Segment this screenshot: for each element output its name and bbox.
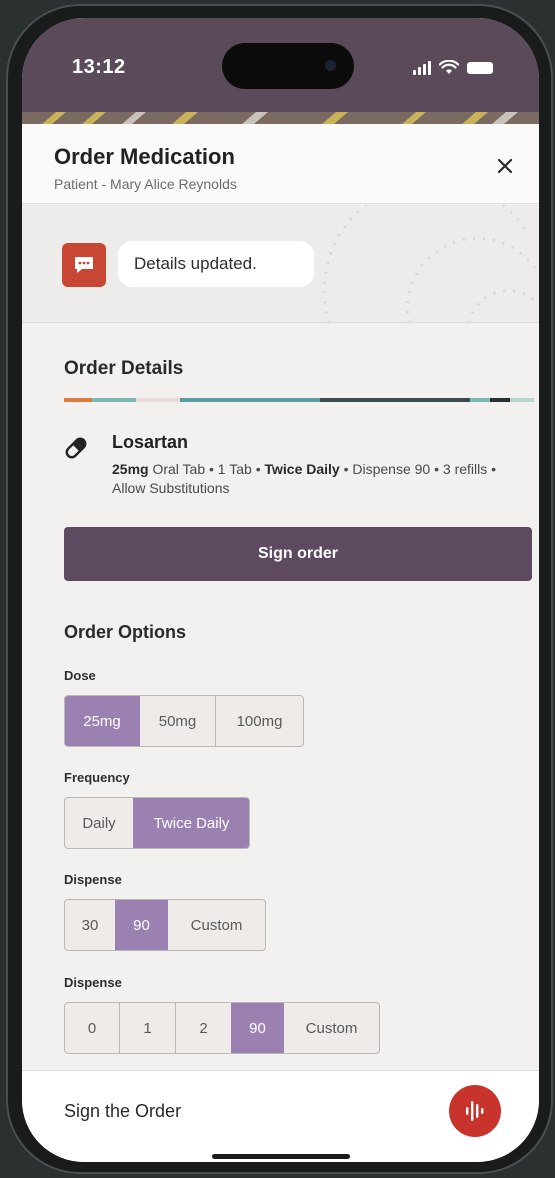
bottom-bar: Sign the Order [22,1070,539,1162]
wifi-icon [439,60,459,74]
refill-option-1[interactable]: 1 [119,1003,175,1053]
voice-prompt-text: Sign the Order [64,1101,182,1121]
order-details-heading: Order Details [64,358,184,379]
phone-frame: 13:12 Order Medication Patient - Mary Al… [6,4,553,1174]
dose-option-50mg[interactable]: 50mg [139,696,215,746]
frequency-selector: Daily Twice Daily [64,797,250,849]
page-header: Order Medication Patient - Mary Alice Re… [22,124,539,204]
toast-message: Details updated. [134,254,257,273]
sign-order-button[interactable]: Sign order [64,527,532,581]
home-indicator[interactable] [212,1154,350,1159]
dynamic-island [222,43,354,89]
battery-icon [467,62,493,74]
dose-value: 25mg [112,461,149,477]
dose-option-100mg[interactable]: 100mg [215,696,303,746]
dose-label: Dose [64,668,96,683]
notification-area: Details updated. [22,205,539,323]
voice-assistant-button[interactable] [449,1085,501,1137]
medication-details: 25mg Oral Tab • 1 Tab • Twice Daily • Di… [112,460,532,498]
header-pattern [22,112,539,124]
dispense-selector: 30 90 Custom [64,899,266,951]
refill-option-90[interactable]: 90 [231,1003,283,1053]
medication-name: Losartan [112,432,189,452]
refill-option-custom[interactable]: Custom [283,1003,379,1053]
pill-icon [65,437,87,459]
dose-option-25mg[interactable]: 25mg [65,696,139,746]
refills-selector: 0 1 2 90 Custom [64,1002,380,1054]
dispense-option-custom[interactable]: Custom [167,900,265,950]
app-screen: 13:12 Order Medication Patient - Mary Al… [22,18,539,1162]
voice-waveform-icon [466,1101,484,1121]
cellular-signal-icon [413,61,431,75]
page-title: Order Medication [54,144,235,169]
camera-icon [325,60,336,71]
system-icons [413,59,493,75]
medication-details-part1: Oral Tab • 1 Tab • [148,461,265,477]
dispense-option-30[interactable]: 30 [65,900,115,950]
frequency-option-daily[interactable]: Daily [65,798,133,848]
frequency-value: Twice Daily [264,461,340,477]
refill-option-2[interactable]: 2 [175,1003,231,1053]
frequency-option-twice-daily[interactable]: Twice Daily [133,798,249,848]
chat-bubble-icon [62,243,106,287]
order-content: Order Details Losartan 25mg Oral Tab • 1… [22,324,539,1084]
order-options-heading: Order Options [64,622,187,642]
dose-selector: 25mg 50mg 100mg [64,695,304,747]
status-time: 13:12 [72,56,126,78]
patient-name: Patient - Mary Alice Reynolds [54,176,237,192]
refills-dispense-label: Dispense [64,975,122,990]
section-divider [64,398,534,402]
dispense-option-90[interactable]: 90 [115,900,167,950]
status-bar: 13:12 [22,18,539,112]
frequency-label: Frequency [64,770,130,785]
close-icon[interactable] [493,154,517,178]
refill-option-0[interactable]: 0 [65,1003,119,1053]
dispense-label: Dispense [64,872,122,887]
